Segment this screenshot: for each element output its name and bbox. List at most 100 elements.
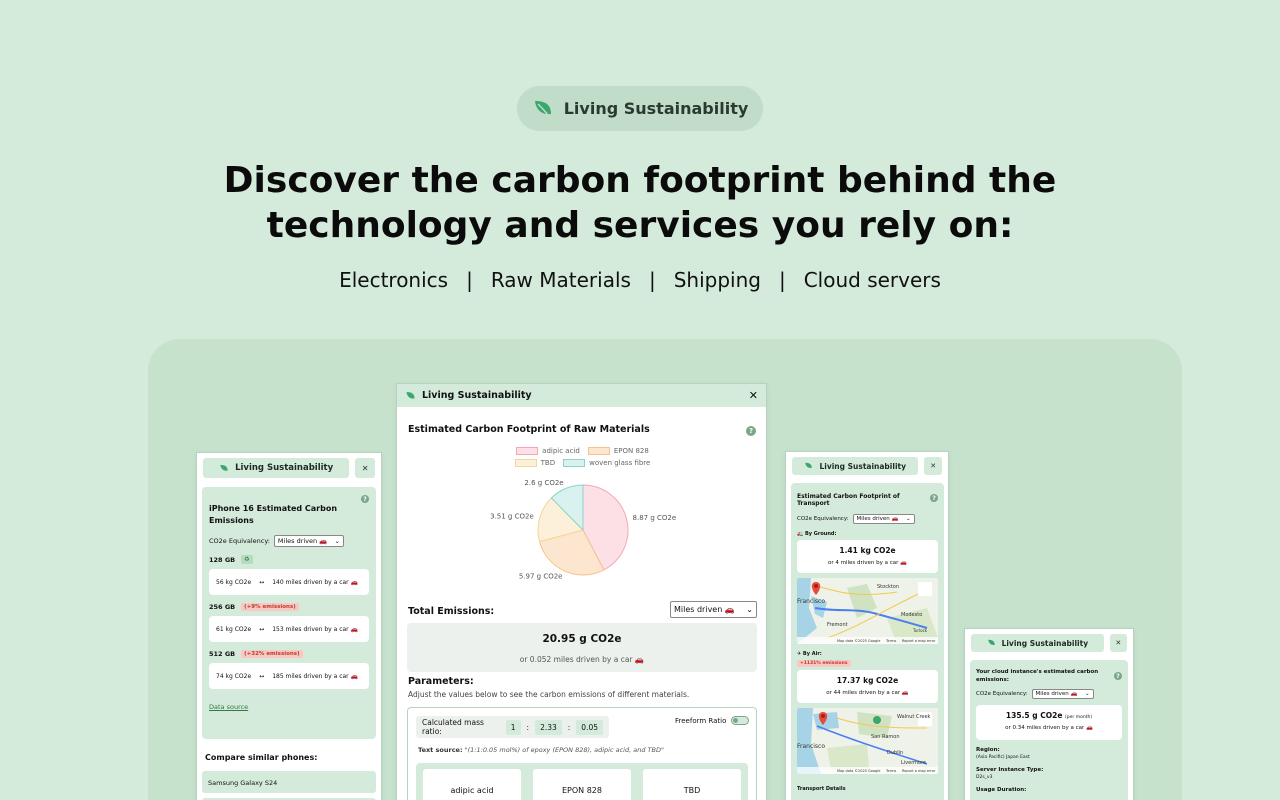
server-type-value: D2s_v3: [976, 775, 993, 780]
equivalency-select[interactable]: Miles driven 🚗 ⌄: [852, 514, 915, 524]
map-graphic: Francisco Walnut Creek San Ramon Dublin …: [797, 708, 938, 774]
pie-data-label: 3.51 g CO2e: [490, 513, 534, 521]
total-equivalency-select[interactable]: Miles driven 🚗 ⌄: [670, 601, 757, 618]
equivalency-select[interactable]: Miles driven 🚗 ⌄: [1031, 689, 1094, 699]
transport-panel: Estimated Carbon Footprint of Transport …: [791, 483, 944, 800]
nav-shipping: Shipping: [673, 268, 761, 292]
swap-icon: ↔: [259, 625, 265, 633]
help-icon[interactable]: ?: [361, 495, 369, 503]
map-place: Livermore: [901, 760, 926, 766]
swap-icon: ↔: [259, 672, 265, 680]
ratio-input[interactable]: 0.05: [576, 719, 603, 735]
transport-details-label[interactable]: Transport Details: [797, 786, 938, 792]
material-card[interactable]: TBD: [643, 769, 741, 800]
close-button[interactable]: ✕: [924, 457, 942, 475]
pie-data-label: 2.6 g CO2e: [524, 479, 563, 487]
legend-item[interactable]: adipic acid: [516, 447, 580, 455]
phone-emissions-window: Living Sustainability ✕ ? iPhone 16 Esti…: [196, 452, 382, 800]
map-graphic: Francisco Stockton Modesto Fremont Turlo…: [797, 578, 938, 644]
nav-separator: |: [466, 268, 473, 292]
close-button[interactable]: ✕: [1109, 634, 1127, 652]
help-icon[interactable]: ?: [746, 426, 756, 436]
mass-ratio-row: Calculated mass ratio: 1 : 2.33 : 0.05: [416, 716, 609, 738]
emissions-badge: (+32% emissions): [241, 650, 303, 658]
nav-separator: |: [778, 268, 786, 292]
leaf-icon: [987, 639, 995, 646]
air-emissions-card: 17.37 kg CO2e or 44 miles driven by a ca…: [797, 670, 938, 703]
phone-title: iPhone 16 Estimated Carbon Emissions: [209, 504, 338, 525]
total-value: 20.95 g CO2e: [542, 633, 622, 645]
help-icon[interactable]: ?: [1114, 672, 1122, 680]
map-place: Turlock: [912, 628, 928, 633]
phone-panel: ? iPhone 16 Estimated Carbon Emissions C…: [202, 487, 376, 739]
storage-size: 512 GB: [209, 650, 236, 658]
ground-emissions-card: 1.41 kg CO2e or 4 miles driven by a car …: [797, 540, 938, 573]
pie-data-label: 5.97 g CO2e: [519, 573, 563, 581]
legend-item[interactable]: woven glass fibre: [563, 459, 650, 467]
storage-size: 256 GB: [209, 603, 236, 611]
ground-route-map[interactable]: Francisco Stockton Modesto Fremont Turlo…: [797, 578, 938, 644]
compare-item[interactable]: Samsung Galaxy S24: [202, 771, 376, 793]
map-report: Report a map error: [902, 639, 936, 643]
chart-legend: adipic acid EPON 828 TBD woven glass fibre: [397, 447, 766, 467]
legend-item[interactable]: EPON 828: [587, 447, 649, 455]
leaf-icon: [220, 464, 228, 471]
legend-swatch: [516, 447, 539, 455]
chevron-down-icon: ⌄: [334, 537, 340, 545]
map-place: Walnut Creek: [897, 714, 931, 720]
server-type-label: Server Instance Type:: [976, 767, 1044, 773]
material-card[interactable]: adipic acid: [423, 769, 521, 800]
equivalency-select[interactable]: Miles driven 🚗 ⌄: [273, 535, 344, 547]
materials-panel: adipic acid EPON 828 TBD: [416, 763, 748, 800]
close-button[interactable]: ✕: [749, 389, 758, 402]
legend-swatch: [563, 459, 586, 467]
page-headline: Discover the carbon footprint behind the…: [223, 160, 1057, 246]
pie-data-label: 8.87 g CO2e: [633, 514, 677, 522]
chevron-down-icon: ⌄: [1084, 691, 1090, 697]
map-place: San Ramon: [871, 734, 900, 740]
window-header: Living Sustainability ✕: [965, 629, 1133, 657]
freeform-toggle[interactable]: [731, 716, 750, 725]
equivalency-label: CO2e Equivalency:: [209, 537, 270, 545]
chart-title: Estimated Carbon Footprint of Raw Materi…: [408, 424, 650, 435]
cloud-panel: Your cloud instance's estimated carbon e…: [970, 660, 1128, 800]
swap-icon: ↔: [259, 578, 265, 586]
nav-separator: |: [648, 268, 656, 292]
air-section: ✈ By Air: +1131% emissions: [797, 651, 938, 667]
cloud-emissions-card: 135.5 g CO2e (per month) or 0.34 miles d…: [976, 705, 1122, 740]
legend-item[interactable]: TBD: [514, 459, 555, 467]
window-header: Living Sustainability ✕: [197, 453, 381, 483]
ratio-input[interactable]: 1: [505, 719, 521, 735]
total-emissions-label: Total Emissions:: [408, 606, 495, 617]
material-card[interactable]: EPON 828: [533, 769, 631, 800]
air-label: ✈ By Air:: [797, 651, 822, 657]
equivalency-label: CO2e Equivalency:: [797, 516, 849, 522]
parameters-title: Parameters:: [408, 676, 474, 687]
usage-duration-label: Usage Duration:: [976, 787, 1027, 793]
emission-row: 56 kg CO2e ↔ 140 miles driven by a car 🚗: [209, 569, 369, 595]
emissions-badge: +1131% emissions: [797, 660, 851, 667]
brand-chip: Living Sustainability: [971, 634, 1104, 652]
map-report: Report a map error: [902, 769, 936, 773]
map-terms: Terms: [885, 639, 896, 643]
chevron-down-icon: ⌄: [746, 605, 753, 614]
data-source-link[interactable]: Data source: [209, 703, 369, 711]
raw-materials-window: Living Sustainability ✕ Estimated Carbon…: [396, 383, 767, 800]
ratio-input[interactable]: 2.33: [535, 719, 562, 735]
ratio-label: Calculated mass ratio:: [422, 718, 484, 736]
parameters-description: Adjust the values below to see the carbo…: [408, 690, 690, 699]
region-label: Region:: [976, 747, 1000, 753]
brand-chip: Living Sustainability: [203, 458, 350, 478]
cloud-title: Your cloud instance's estimated carbon e…: [976, 669, 1099, 683]
nav-raw-materials: Raw Materials: [490, 268, 631, 292]
emission-row: 61 kg CO2e ↔ 153 miles driven by a car 🚗: [209, 616, 369, 642]
close-button[interactable]: ✕: [355, 458, 375, 478]
ground-label: 🚛 By Ground:: [797, 531, 837, 537]
legend-swatch: [514, 459, 537, 467]
map-place: Fremont: [827, 622, 848, 628]
help-icon[interactable]: ?: [930, 494, 938, 502]
emissions-badge: (+9% emissions): [241, 603, 299, 611]
legend-label: EPON 828: [613, 447, 649, 455]
air-route-map[interactable]: Francisco Walnut Creek San Ramon Dublin …: [797, 708, 938, 774]
emission-row: 74 kg CO2e ↔ 185 miles driven by a car 🚗: [209, 663, 369, 689]
